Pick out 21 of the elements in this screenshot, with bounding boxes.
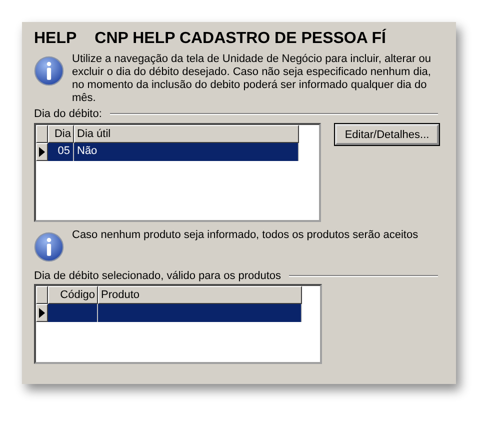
window-title: CNP HELP CADASTRO DE PESSOA FÍ: [94, 30, 386, 48]
info-icon: [34, 56, 64, 86]
info-text: Utilize a navegação da tela de Unidade de Negócio para incluir, alterar ou excluir o dia do débito desejado. Caso não seja especificado nenhum dia, no momento da inclusão do debito poderá ser informado qualquer dia do mês.: [72, 53, 432, 105]
info-icon: [34, 232, 64, 262]
section-label: Dia de débito selecionado, válido para os produtos: [34, 270, 282, 282]
table-cell: 05: [48, 143, 74, 161]
column-header[interactable]: Dia: [48, 125, 74, 143]
column-header[interactable]: Código: [48, 286, 98, 304]
row-pointer-icon: [39, 308, 45, 318]
section-label: Dia do débito:: [34, 108, 102, 120]
row-selector[interactable]: [36, 143, 48, 161]
column-header[interactable]: Dia útil: [74, 125, 299, 143]
column-header[interactable]: Produto: [98, 286, 302, 304]
edit-details-button[interactable]: Editar/Detalhes...: [335, 124, 439, 145]
table-cell: Não: [74, 143, 299, 161]
row-pointer-icon: [39, 147, 45, 157]
row-selector[interactable]: [36, 304, 48, 322]
info-text: Caso nenhum produto seja informado, todos os produtos serão aceitos: [72, 229, 420, 243]
grid-row[interactable]: 05 Não: [36, 143, 319, 161]
help-label: HELP: [34, 30, 77, 48]
table-cell: [48, 304, 98, 322]
